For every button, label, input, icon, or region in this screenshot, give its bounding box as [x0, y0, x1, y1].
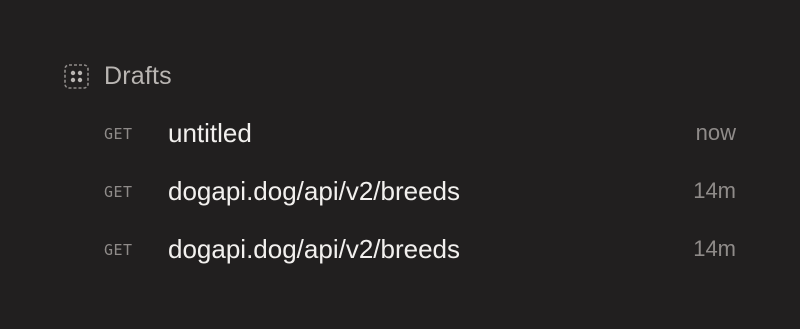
request-name: untitled — [168, 118, 252, 148]
request-row[interactable]: GET untitled now — [88, 109, 748, 157]
http-method: GET — [104, 125, 133, 143]
drafts-section: Drafts GET untitled now GET dogapi.dog/a… — [0, 0, 800, 329]
request-name: dogapi.dog/api/v2/breeds — [168, 176, 461, 206]
request-name: dogapi.dog/api/v2/breeds — [168, 234, 461, 264]
http-method: GET — [104, 183, 133, 201]
request-time: now — [695, 120, 736, 145]
request-time: 14m — [693, 236, 736, 261]
request-list: GET untitled now GET dogapi.dog/api/v2/b… — [0, 0, 800, 329]
http-method: GET — [104, 241, 133, 259]
request-row[interactable]: GET dogapi.dog/api/v2/breeds 14m — [88, 167, 748, 215]
request-time: 14m — [693, 178, 736, 203]
request-row[interactable]: GET dogapi.dog/api/v2/breeds 14m — [88, 225, 748, 273]
